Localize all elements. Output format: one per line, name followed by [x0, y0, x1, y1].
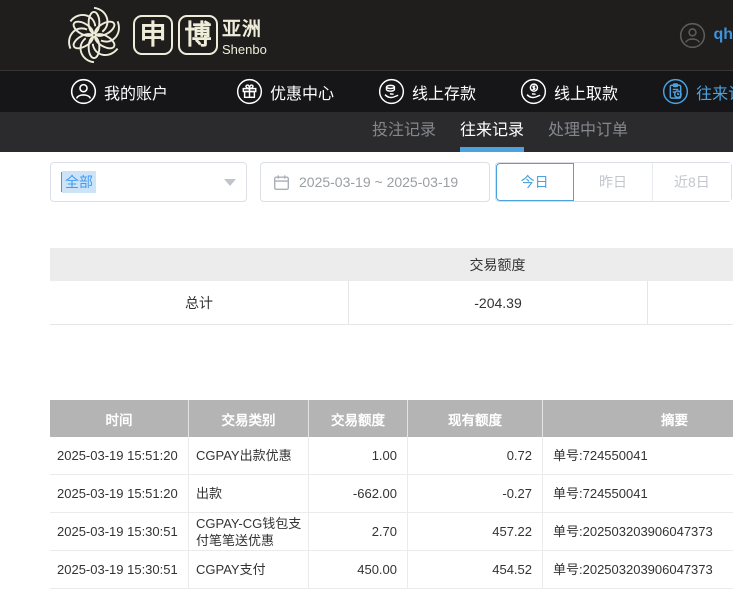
cell-time: 2025-03-19 15:30:51 [50, 551, 188, 588]
nav-label: 线上存款 [412, 80, 476, 104]
filter-row: 全部 2025-03-19 ~ 2025-03-19 今日 昨日 近8日 [50, 162, 733, 202]
summary-table: 交易额度 总计 -204.39 [50, 248, 733, 325]
logo-english-name: Shenbo [222, 42, 267, 57]
tab-label: 往来记录 [460, 122, 524, 139]
header-time: 时间 [50, 400, 188, 437]
cell-balance: 457.22 [407, 513, 542, 550]
table-header-row: 时间 交易类别 交易额度 现有额度 摘要 [50, 400, 733, 437]
brand-logo[interactable]: 申 博 亚洲 Shenbo [60, 2, 267, 68]
logo-region-label: 亚洲 [222, 14, 267, 41]
date-range-value: 2025-03-19 ~ 2025-03-19 [299, 174, 458, 190]
cell-amount: 1.00 [308, 437, 407, 474]
cell-memo: 单号:202503203906047373 [542, 513, 733, 550]
table-row: 2025-03-19 15:51:20 出款 -662.00 -0.27 单号:… [50, 475, 733, 513]
header-memo: 摘要 [542, 400, 733, 437]
nav-label: 线上取款 [554, 80, 618, 104]
main-navigation: 我的账户 优惠中心 线上存款 [0, 71, 733, 112]
cell-balance: 0.72 [407, 437, 542, 474]
cell-amount: -662.00 [308, 475, 407, 512]
nav-item-transaction-records[interactable]: 往来记录 [662, 78, 733, 105]
nav-item-promotions[interactable]: 优惠中心 [236, 78, 334, 105]
nav-label: 往来记录 [696, 80, 733, 104]
header-type: 交易类别 [188, 400, 308, 437]
top-header: 申 博 亚洲 Shenbo qh [0, 0, 733, 71]
cell-type: 出款 [188, 475, 308, 512]
calendar-icon [273, 174, 290, 191]
avatar-icon [679, 22, 706, 49]
withdraw-icon [520, 78, 547, 105]
cell-type: CGPAY支付 [188, 551, 308, 588]
tab-betting-records[interactable]: 投注记录 [372, 112, 436, 152]
deposit-icon [378, 78, 405, 105]
tab-processing-orders[interactable]: 处理中订单 [548, 112, 628, 152]
last-8-days-button[interactable]: 近8日 [653, 163, 731, 201]
cell-amount: 450.00 [308, 551, 407, 588]
header-amount: 交易额度 [308, 400, 407, 437]
cell-time: 2025-03-19 15:51:20 [50, 475, 188, 512]
nav-label: 我的账户 [104, 80, 168, 104]
cell-time: 2025-03-19 15:30:51 [50, 513, 188, 550]
cell-time: 2025-03-19 15:51:20 [50, 437, 188, 474]
cell-memo: 单号:724550041 [542, 475, 733, 512]
category-select[interactable]: 全部 [50, 162, 247, 202]
cell-balance: 454.52 [407, 551, 542, 588]
nav-item-online-withdraw[interactable]: 线上取款 [520, 78, 618, 105]
summary-total-row: 总计 -204.39 [50, 281, 733, 325]
cell-balance: -0.27 [407, 475, 542, 512]
record-tabs: 投注记录 往来记录 处理中订单 [0, 112, 733, 152]
table-row: 2025-03-19 15:30:51 CGPAY-CG钱包支付笔笔送优惠 2.… [50, 513, 733, 551]
tab-label: 处理中订单 [548, 122, 628, 139]
main-content: 全部 2025-03-19 ~ 2025-03-19 今日 昨日 近8日 交易额… [0, 152, 733, 588]
summary-total-label: 总计 [50, 281, 348, 325]
date-range-picker[interactable]: 2025-03-19 ~ 2025-03-19 [260, 162, 490, 202]
header-balance: 现有额度 [407, 400, 542, 437]
summary-empty-cell [647, 281, 733, 325]
cell-type: CGPAY出款优惠 [188, 437, 308, 474]
summary-header-amount: 交易额度 [348, 255, 647, 275]
nav-item-my-account[interactable]: 我的账户 [70, 78, 168, 105]
table-row: 2025-03-19 15:30:51 CGPAY支付 450.00 454.5… [50, 551, 733, 589]
tab-label: 投注记录 [372, 122, 436, 139]
transactions-table: 时间 交易类别 交易额度 现有额度 摘要 2025-03-19 15:51:20… [50, 400, 733, 589]
chevron-down-icon [224, 179, 236, 186]
nav-item-online-deposit[interactable]: 线上存款 [378, 78, 476, 105]
today-button[interactable]: 今日 [496, 163, 574, 201]
summary-header-row: 交易额度 [50, 248, 733, 281]
cell-amount: 2.70 [308, 513, 407, 550]
tab-transaction-records[interactable]: 往来记录 [460, 112, 524, 152]
logo-char-shen: 申 [133, 15, 173, 55]
cell-memo: 单号:202503203906047373 [542, 551, 733, 588]
user-menu[interactable]: qh [679, 22, 733, 49]
category-select-value: 全部 [62, 171, 96, 193]
username-text: qh [713, 26, 733, 44]
flower-logo-icon [60, 2, 128, 68]
quick-date-buttons: 今日 昨日 近8日 [495, 162, 732, 202]
logo-char-bo: 博 [178, 15, 218, 55]
user-icon [70, 78, 97, 105]
cell-memo: 单号:724550041 [542, 437, 733, 474]
gift-icon [236, 78, 263, 105]
summary-total-value: -204.39 [348, 281, 647, 325]
cell-type: CGPAY-CG钱包支付笔笔送优惠 [188, 513, 308, 550]
records-icon [662, 78, 689, 105]
yesterday-button[interactable]: 昨日 [574, 163, 652, 201]
nav-label: 优惠中心 [270, 80, 334, 104]
table-row: 2025-03-19 15:51:20 CGPAY出款优惠 1.00 0.72 … [50, 437, 733, 475]
